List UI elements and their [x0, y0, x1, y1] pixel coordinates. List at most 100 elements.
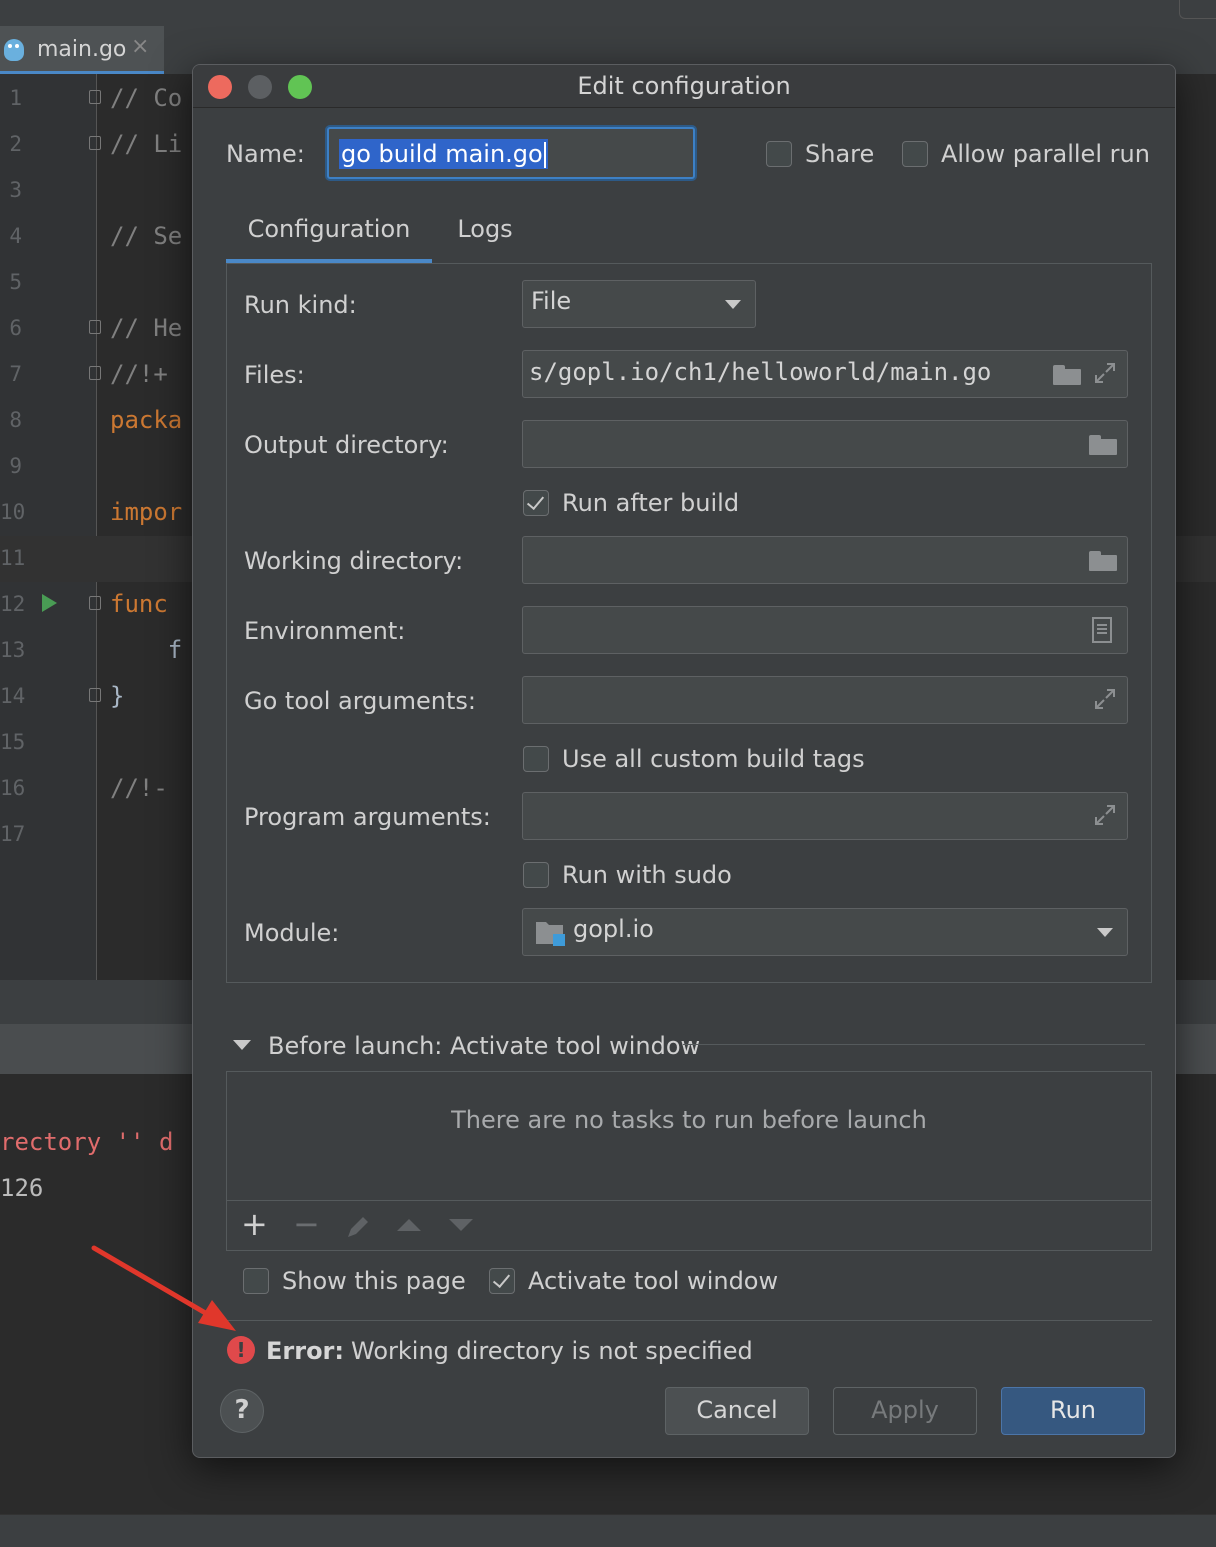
- code-text: // Co: [110, 84, 183, 112]
- working-directory-label: Working directory:: [244, 547, 464, 575]
- fold-icon[interactable]: [89, 90, 101, 104]
- before-launch-label[interactable]: Before launch: Activate tool window: [268, 1032, 700, 1060]
- code-text: // Se: [110, 222, 183, 250]
- close-icon[interactable]: ×: [131, 34, 149, 59]
- editor-tab-main-go[interactable]: main.go ×: [0, 26, 164, 74]
- run-button[interactable]: Run: [1001, 1387, 1145, 1435]
- chevron-down-icon: [725, 300, 741, 309]
- error-prefix: Error:: [266, 1337, 344, 1365]
- code-text: impor: [110, 498, 183, 526]
- dialog-titlebar[interactable]: Edit configuration: [193, 65, 1175, 108]
- arrow-up-icon[interactable]: [396, 1217, 422, 1233]
- program-arguments-input[interactable]: [522, 792, 1128, 840]
- arrow-down-icon[interactable]: [448, 1217, 474, 1233]
- name-input-value: go build main.go: [339, 139, 548, 169]
- tasks-toolbar: + −: [227, 1200, 1151, 1251]
- line-number: 12: [0, 592, 26, 616]
- output-directory-label: Output directory:: [244, 431, 449, 459]
- folder-icon[interactable]: [1053, 365, 1081, 385]
- allow-parallel-run-label: Allow parallel run: [941, 140, 1150, 168]
- text-caret: [543, 142, 546, 168]
- line-number: 3: [9, 178, 22, 202]
- console-error-line: rectory '' d: [0, 1128, 174, 1156]
- line-number: 2: [9, 132, 22, 156]
- tab-configuration-label: Configuration: [247, 215, 411, 243]
- go-tool-arguments-input[interactable]: [522, 676, 1128, 724]
- output-directory-input[interactable]: [522, 420, 1128, 468]
- help-button[interactable]: ?: [220, 1389, 264, 1433]
- fold-icon[interactable]: [89, 688, 101, 702]
- activate-tool-window-label: Activate tool window: [528, 1267, 779, 1295]
- edit-configuration-dialog: Edit configuration Name: go build main.g…: [192, 64, 1176, 1458]
- footer-divider: [226, 1320, 1152, 1321]
- code-text: func: [110, 590, 168, 618]
- cancel-button[interactable]: Cancel: [665, 1387, 809, 1435]
- expand-icon[interactable]: [1093, 803, 1117, 827]
- line-number: 5: [9, 270, 22, 294]
- status-bar: [0, 1514, 1216, 1547]
- line-number: 4: [9, 224, 22, 248]
- run-kind-value: File: [531, 287, 572, 315]
- plus-icon[interactable]: +: [241, 1205, 268, 1243]
- environment-input[interactable]: [522, 606, 1128, 654]
- ide-top-toolbar: [0, 0, 1216, 27]
- name-input[interactable]: go build main.go: [327, 127, 695, 179]
- folder-icon[interactable]: [1089, 551, 1117, 571]
- expand-icon[interactable]: [1093, 687, 1117, 711]
- fold-icon[interactable]: [89, 320, 101, 334]
- line-number: 11: [0, 546, 26, 570]
- chevron-down-icon[interactable]: [232, 1038, 252, 1052]
- module-folder-icon: [536, 922, 565, 946]
- module-dropdown[interactable]: gopl.io: [522, 908, 1128, 956]
- show-this-page-checkbox[interactable]: [243, 1268, 269, 1294]
- run-kind-label: Run kind:: [244, 291, 357, 319]
- code-text: f: [110, 636, 183, 664]
- fold-icon[interactable]: [89, 366, 101, 380]
- use-all-custom-build-tags-checkbox[interactable]: [523, 746, 549, 772]
- expand-icon[interactable]: [1093, 361, 1117, 385]
- code-text: // He: [110, 314, 183, 342]
- code-text: // Li: [110, 130, 183, 158]
- folder-icon[interactable]: [1089, 435, 1117, 455]
- activate-tool-window-checkbox[interactable]: [489, 1268, 515, 1294]
- pencil-icon[interactable]: [344, 1213, 372, 1241]
- run-with-sudo-checkbox[interactable]: [523, 862, 549, 888]
- run-kind-dropdown[interactable]: File: [522, 280, 756, 328]
- toolbar-corner: [1179, 0, 1216, 19]
- apply-button[interactable]: Apply: [833, 1387, 977, 1435]
- share-checkbox[interactable]: [766, 141, 792, 167]
- tab-logs[interactable]: Logs: [443, 215, 527, 263]
- run-after-build-checkbox[interactable]: [523, 490, 549, 516]
- line-number: 14: [0, 684, 26, 708]
- line-number: 9: [9, 454, 22, 478]
- chevron-down-icon: [1097, 928, 1113, 937]
- gopher-icon: [4, 39, 24, 61]
- minus-icon[interactable]: −: [293, 1205, 320, 1243]
- document-icon[interactable]: [1091, 617, 1113, 643]
- module-value: gopl.io: [573, 915, 654, 943]
- tab-configuration[interactable]: Configuration: [226, 215, 432, 263]
- use-all-custom-build-tags-label: Use all custom build tags: [562, 745, 865, 773]
- before-launch-tasks: There are no tasks to run before launch …: [226, 1071, 1152, 1251]
- files-label: Files:: [244, 361, 305, 389]
- line-number: 1: [9, 86, 22, 110]
- files-input[interactable]: s/gopl.io/ch1/helloworld/main.go: [522, 350, 1128, 398]
- configuration-panel: Run kind: File Files: s/gopl.io/ch1/hell…: [226, 263, 1152, 983]
- working-directory-input[interactable]: [522, 536, 1128, 584]
- show-this-page-label: Show this page: [282, 1267, 466, 1295]
- name-label: Name:: [226, 140, 305, 168]
- error-icon: !: [227, 1336, 255, 1364]
- share-label: Share: [805, 140, 875, 168]
- line-number: 6: [9, 316, 22, 340]
- line-number: 13: [0, 638, 26, 662]
- editor-tab-label: main.go: [37, 37, 127, 62]
- line-number: 7: [9, 362, 22, 386]
- run-gutter-icon[interactable]: [42, 594, 57, 612]
- run-after-build-label: Run after build: [562, 489, 740, 517]
- line-number: 15: [0, 730, 26, 754]
- run-with-sudo-label: Run with sudo: [562, 861, 732, 889]
- allow-parallel-run-checkbox[interactable]: [902, 141, 928, 167]
- fold-icon[interactable]: [89, 596, 101, 610]
- fold-icon[interactable]: [89, 136, 101, 150]
- dialog-title: Edit configuration: [577, 72, 791, 100]
